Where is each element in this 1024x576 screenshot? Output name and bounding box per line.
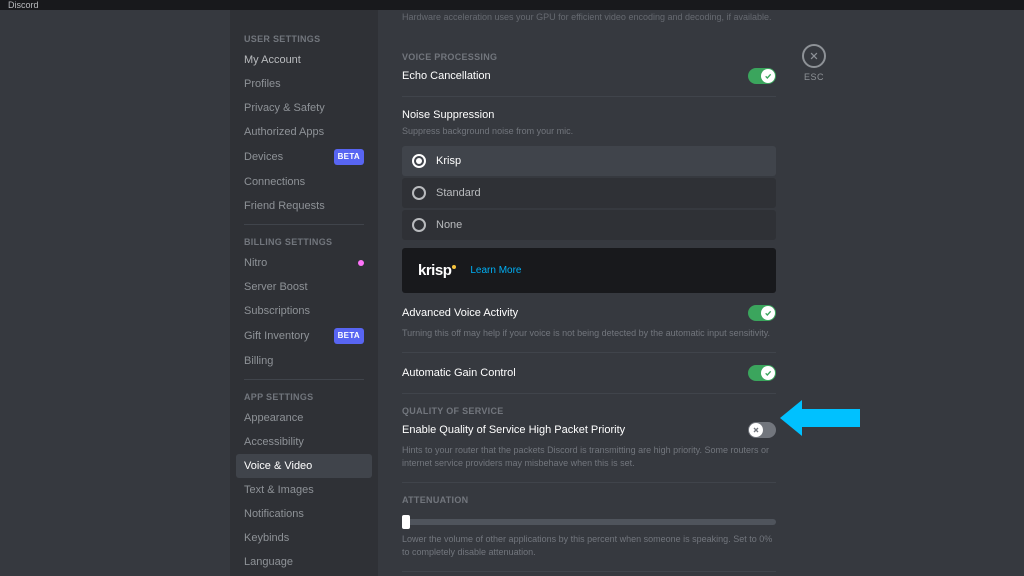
sidebar-item-billing[interactable]: Billing	[236, 349, 372, 373]
sidebar-section-billing-settings: BILLING SETTINGS	[236, 231, 372, 251]
krisp-promo-card: krisp Learn More	[402, 248, 776, 293]
divider	[402, 96, 776, 97]
qos-row: Enable Quality of Service High Packet Pr…	[402, 422, 776, 438]
sidebar-item-authorized-apps[interactable]: Authorized Apps	[236, 120, 372, 144]
voice-processing-header: VOICE PROCESSING	[402, 52, 776, 62]
sidebar-item-keybinds[interactable]: Keybinds	[236, 526, 372, 550]
echo-cancellation-label: Echo Cancellation	[402, 70, 491, 82]
sidebar-item-label: Keybinds	[244, 531, 289, 545]
sidebar-item-label: Billing	[244, 354, 273, 368]
sidebar-item-my-account[interactable]: My Account	[236, 48, 372, 72]
sidebar-item-text-images[interactable]: Text & Images	[236, 478, 372, 502]
sidebar-item-accessibility[interactable]: Accessibility	[236, 430, 372, 454]
krisp-logo: krisp	[418, 262, 456, 279]
close-button[interactable]	[802, 44, 826, 68]
sidebar-item-server-boost[interactable]: Server Boost	[236, 275, 372, 299]
sidebar-item-voice-video[interactable]: Voice & Video	[236, 454, 372, 478]
sidebar-item-friend-requests[interactable]: Friend Requests	[236, 194, 372, 218]
advanced-voice-activity-row: Advanced Voice Activity	[402, 305, 776, 321]
qos-label: Enable Quality of Service High Packet Pr…	[402, 424, 625, 436]
sidebar-item-label: Privacy & Safety	[244, 101, 325, 115]
sidebar-item-privacy-safety[interactable]: Privacy & Safety	[236, 96, 372, 120]
content-inner: Hardware acceleration uses your GPU for …	[378, 10, 808, 576]
qos-desc: Hints to your router that the packets Di…	[402, 444, 776, 470]
left-gutter	[0, 10, 230, 576]
sidebar-section-app-settings: APP SETTINGS	[236, 386, 372, 406]
attenuation-header: ATTENUATION	[402, 495, 776, 505]
close-settings: ESC	[802, 44, 826, 82]
sidebar-item-label: Text & Images	[244, 483, 314, 497]
noise-suppression-radio-group: Krisp Standard None	[402, 146, 776, 242]
echo-cancellation-toggle[interactable]	[748, 68, 776, 84]
advanced-voice-activity-toggle[interactable]	[748, 305, 776, 321]
settings-content: Hardware acceleration uses your GPU for …	[378, 10, 1024, 576]
sidebar-item-connections[interactable]: Connections	[236, 170, 372, 194]
settings-sidebar: USER SETTINGS My Account Profiles Privac…	[230, 10, 378, 576]
sidebar-item-notifications[interactable]: Notifications	[236, 502, 372, 526]
sidebar-item-label: Gift Inventory	[244, 329, 309, 343]
beta-badge: BETA	[334, 328, 364, 344]
sidebar-item-label: Voice & Video	[244, 459, 312, 473]
hw-accel-desc: Hardware acceleration uses your GPU for …	[402, 10, 776, 40]
sidebar-item-label: Notifications	[244, 507, 304, 521]
sidebar-item-nitro[interactable]: Nitro	[236, 251, 372, 275]
esc-label: ESC	[804, 72, 824, 82]
beta-badge: BETA	[334, 149, 364, 165]
sidebar-item-label: Devices	[244, 150, 283, 164]
sidebar-item-label: Language	[244, 555, 293, 569]
sidebar-item-language[interactable]: Language	[236, 550, 372, 574]
sidebar-item-appearance[interactable]: Appearance	[236, 406, 372, 430]
app-root: Discord USER SETTINGS My Account Profile…	[0, 0, 1024, 576]
sidebar-divider	[244, 379, 364, 380]
qos-toggle[interactable]	[748, 422, 776, 438]
sidebar-item-label: Connections	[244, 175, 305, 189]
sidebar-section-user-settings: USER SETTINGS	[236, 28, 372, 48]
sidebar-item-label: Profiles	[244, 77, 281, 91]
automatic-gain-control-label: Automatic Gain Control	[402, 367, 516, 379]
sidebar-item-profiles[interactable]: Profiles	[236, 72, 372, 96]
sidebar-divider	[244, 224, 364, 225]
sidebar-item-label: Authorized Apps	[244, 125, 324, 139]
advanced-voice-activity-desc: Turning this off may help if your voice …	[402, 327, 776, 340]
sidebar-item-label: Nitro	[244, 256, 267, 270]
advanced-voice-activity-label: Advanced Voice Activity	[402, 307, 518, 319]
sidebar-item-label: Friend Requests	[244, 199, 325, 213]
sidebar-item-label: My Account	[244, 53, 301, 67]
noise-option-standard[interactable]: Standard	[402, 178, 776, 208]
sidebar-item-gift-inventory[interactable]: Gift Inventory BETA	[236, 323, 372, 349]
noise-suppression-title: Noise Suppression	[402, 109, 776, 121]
radio-label: Krisp	[436, 155, 461, 167]
krisp-dot-icon	[452, 265, 456, 269]
sidebar-item-label: Server Boost	[244, 280, 308, 294]
nitro-indicator-icon	[358, 260, 364, 266]
sidebar-item-devices[interactable]: Devices BETA	[236, 144, 372, 170]
radio-icon	[412, 154, 426, 168]
slider-thumb[interactable]	[402, 515, 410, 529]
sidebar-item-label: Appearance	[244, 411, 303, 425]
radio-label: Standard	[436, 187, 481, 199]
automatic-gain-control-row: Automatic Gain Control	[402, 365, 776, 381]
echo-cancellation-row: Echo Cancellation	[402, 68, 776, 84]
noise-suppression-desc: Suppress background noise from your mic.	[402, 125, 776, 138]
divider	[402, 393, 776, 394]
sidebar-item-label: Subscriptions	[244, 304, 310, 318]
divider	[402, 352, 776, 353]
quality-of-service-header: QUALITY OF SERVICE	[402, 406, 776, 416]
radio-icon	[412, 186, 426, 200]
krisp-learn-more-link[interactable]: Learn More	[470, 265, 521, 276]
settings-layout: USER SETTINGS My Account Profiles Privac…	[0, 10, 1024, 576]
divider	[402, 482, 776, 483]
radio-icon	[412, 218, 426, 232]
automatic-gain-control-toggle[interactable]	[748, 365, 776, 381]
attenuation-slider[interactable]	[402, 519, 776, 525]
radio-label: None	[436, 219, 462, 231]
window-titlebar: Discord	[0, 0, 1024, 10]
noise-option-krisp[interactable]: Krisp	[402, 146, 776, 176]
sidebar-item-subscriptions[interactable]: Subscriptions	[236, 299, 372, 323]
attenuation-desc: Lower the volume of other applications b…	[402, 533, 776, 559]
noise-option-none[interactable]: None	[402, 210, 776, 240]
sidebar-item-label: Accessibility	[244, 435, 304, 449]
divider	[402, 571, 776, 572]
